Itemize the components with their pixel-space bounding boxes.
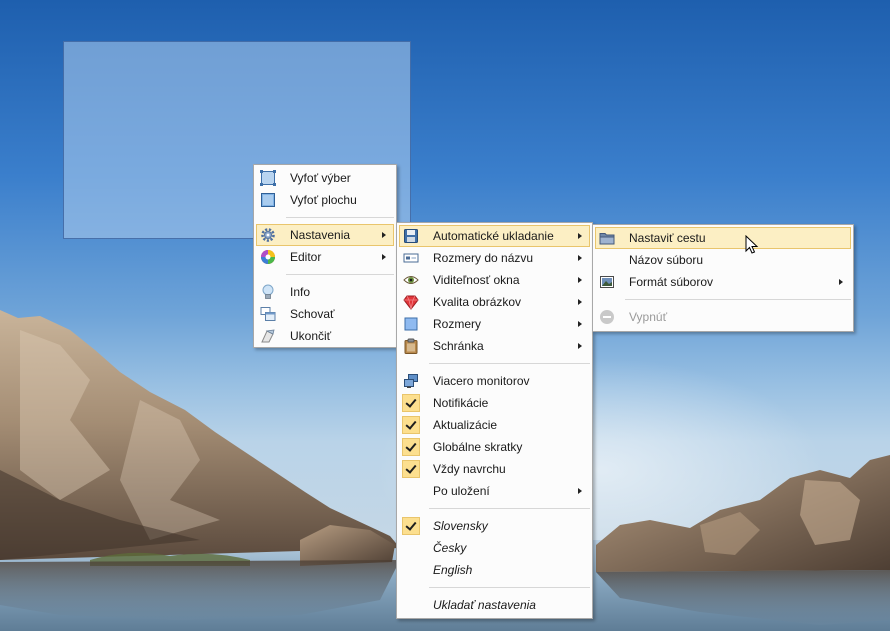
folder-icon (599, 233, 615, 245)
color-wheel-icon (261, 250, 275, 264)
menu-item-multiple-monitors[interactable]: Viacero monitorov (399, 370, 590, 392)
menu-item-capture-selection[interactable]: Vyfoť výber (256, 167, 394, 189)
monitors-icon (404, 374, 418, 388)
menu-item-file-format[interactable]: Formát súborov (595, 271, 851, 293)
menu-item-dimensions-in-name[interactable]: Rozmery do názvu (399, 247, 590, 269)
menu-item-lang-english[interactable]: English (399, 559, 590, 581)
ruby-icon (403, 295, 419, 310)
menu-item-editor[interactable]: Editor (256, 246, 394, 268)
select-region-icon (260, 170, 276, 186)
menu-item-capture-desktop[interactable]: Vyfoť plochu (256, 189, 394, 211)
menu-item-autosave[interactable]: Automatické ukladanie (399, 225, 590, 247)
exit-icon (261, 329, 275, 343)
submenu-arrow-icon (578, 233, 582, 239)
submenu-arrow-icon (578, 255, 582, 261)
autosave-submenu: Nastaviť cestu Názov súboru Formát súbor… (592, 224, 854, 332)
mouse-cursor-icon (745, 235, 759, 254)
desktop-icon (261, 193, 275, 207)
menu-item-notifications[interactable]: Notifikácie (399, 392, 590, 414)
menu-item-hide[interactable]: Schovať (256, 303, 394, 325)
menu-item-info[interactable]: Info (256, 281, 394, 303)
menu-item-image-quality[interactable]: Kvalita obrázkov (399, 291, 590, 313)
menu-separator (429, 363, 590, 364)
lightbulb-icon (262, 284, 274, 299)
menu-separator (286, 274, 394, 275)
checkmark-icon (402, 517, 420, 535)
checkmark-icon (402, 460, 420, 478)
submenu-arrow-icon (839, 279, 843, 285)
submenu-arrow-icon (578, 343, 582, 349)
settings-submenu: Automatické ukladanie Rozmery do názvu V… (396, 222, 593, 619)
submenu-arrow-icon (578, 488, 582, 494)
menu-item-clipboard[interactable]: Schránka (399, 335, 590, 357)
checkmark-icon (402, 416, 420, 434)
submenu-arrow-icon (382, 232, 386, 238)
menu-item-after-save[interactable]: Po uložení (399, 480, 590, 502)
submenu-arrow-icon (578, 277, 582, 283)
menu-separator (625, 299, 851, 300)
image-icon (600, 276, 614, 288)
main-context-menu: Vyfoť výber Vyfoť plochu Nastavenia Edit… (253, 164, 397, 348)
checkmark-icon (402, 438, 420, 456)
submenu-arrow-icon (578, 299, 582, 305)
menu-item-lang-czech[interactable]: Česky (399, 537, 590, 559)
menu-separator (429, 587, 590, 588)
eye-icon (403, 276, 419, 284)
gear-icon (261, 228, 275, 242)
menu-item-window-visibility[interactable]: Viditeľnosť okna (399, 269, 590, 291)
submenu-arrow-icon (578, 321, 582, 327)
menu-item-updates[interactable]: Aktualizácie (399, 414, 590, 436)
disabled-icon (600, 310, 614, 324)
menu-item-settings[interactable]: Nastavenia (256, 224, 394, 246)
square-icon (404, 317, 418, 331)
menu-item-always-on-top[interactable]: Vždy navrchu (399, 458, 590, 480)
windows-icon (260, 307, 276, 321)
submenu-arrow-icon (382, 254, 386, 260)
menu-item-lang-slovak[interactable]: Slovensky (399, 515, 590, 537)
menu-item-exit[interactable]: Ukončiť (256, 325, 394, 347)
checkmark-icon (402, 394, 420, 412)
floppy-icon (404, 229, 418, 243)
clipboard-icon (404, 338, 418, 354)
menu-item-set-path[interactable]: Nastaviť cestu (595, 227, 851, 249)
dimensions-icon (403, 253, 419, 263)
menu-item-save-settings[interactable]: Ukladať nastavenia (399, 594, 590, 616)
menu-separator (286, 217, 394, 218)
menu-item-dimensions[interactable]: Rozmery (399, 313, 590, 335)
menu-item-global-shortcuts[interactable]: Globálne skratky (399, 436, 590, 458)
menu-separator (429, 508, 590, 509)
menu-item-file-name[interactable]: Názov súboru (595, 249, 851, 271)
menu-item-turn-off[interactable]: Vypnúť (595, 306, 851, 328)
